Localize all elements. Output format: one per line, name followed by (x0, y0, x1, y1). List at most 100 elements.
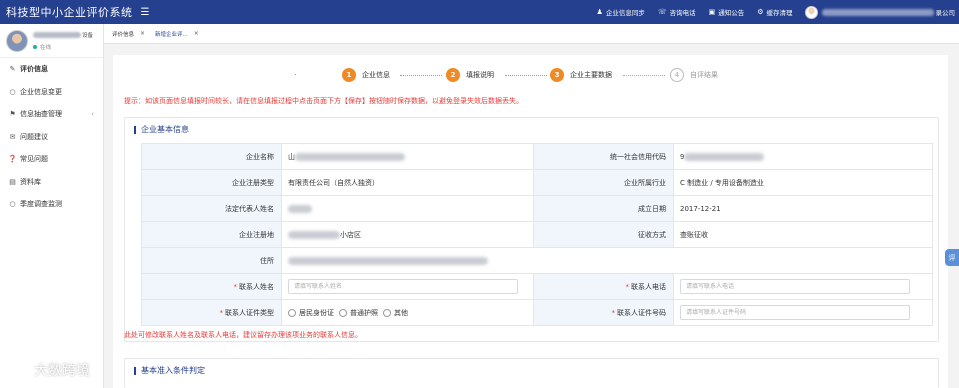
step-instructions[interactable]: 2 填报说明 (446, 67, 494, 83)
sidebar-item-label: 问题建议 (20, 132, 48, 141)
credit-code-label: 统一社会信用代码 (533, 143, 674, 170)
step-number: 2 (446, 68, 460, 82)
registration-type-label: 企业注册类型 (141, 169, 282, 196)
credit-code-value: 9 (673, 143, 933, 170)
watermark: 大数跨境 (8, 360, 90, 380)
address-value (281, 247, 933, 274)
sidebar-item-label: 常见问题 (20, 155, 48, 164)
sidebar-nav: ✎ 评价信息 ○ 企业信息变更 ⚑ 信息抽查管理 ‹ ✉ 问题建议 ❓ 常见问题… (0, 58, 103, 216)
top-username-suffix: 录公司 (935, 9, 956, 17)
radio-passport[interactable]: 普通护照 (339, 308, 378, 318)
user-name-blurred (33, 31, 81, 38)
step-number: 4 (670, 68, 684, 82)
sidebar-item-quarterly-survey[interactable]: ○ 季度调查监测 (0, 193, 103, 216)
sync-label: 企业信息同步 (605, 9, 645, 17)
hotline-button[interactable]: ☏ 咨询电话 (658, 7, 696, 17)
radio-other[interactable]: 其他 (383, 308, 408, 318)
tab-new-evaluation[interactable]: 新增企业评... × (150, 28, 204, 40)
tax-method-label: 征收方式 (533, 221, 674, 248)
chevron-left-icon: ‹ (91, 110, 94, 119)
id-type-label: * 联系人证件类型 (141, 299, 282, 326)
redacted-text (684, 152, 765, 161)
watermark-logo-icon (8, 363, 30, 377)
section-title: 企业基本信息 (134, 126, 189, 134)
user-icon: ♟ (596, 8, 603, 16)
company-name-label: 企业名称 (141, 143, 282, 170)
company-info-table: 企业名称 山 统一社会信用代码 9 企业注册类型 有限责任公司（自然人独资） 企… (141, 143, 933, 326)
comment-icon: ✉ (9, 132, 16, 141)
close-icon[interactable]: × (194, 30, 199, 37)
user-status: 在线 (33, 43, 93, 51)
floating-evaluate-button[interactable]: 评 (945, 249, 959, 266)
sidebar-item-library[interactable]: ▤ 资料库 (0, 171, 103, 194)
top-username-blurred[interactable] (821, 8, 934, 16)
sidebar-item-info-change[interactable]: ○ 企业信息变更 (0, 81, 103, 104)
sidebar-item-spot-check[interactable]: ⚑ 信息抽查管理 ‹ (0, 103, 103, 126)
step-label: 填报说明 (466, 71, 494, 79)
sidebar-item-label: 资料库 (20, 177, 41, 186)
hamburger-icon[interactable]: ☰ (141, 7, 150, 18)
id-number-input[interactable] (680, 305, 910, 320)
tab-label: 评价信息 (112, 31, 135, 38)
online-dot-icon (33, 44, 37, 49)
sidebar-item-faq[interactable]: ❓ 常见问题 (0, 148, 103, 171)
founded-date-value: 2017-12-21 (673, 195, 933, 222)
clear-cache-button[interactable]: ⚙ 缓存清理 (757, 7, 792, 17)
sidebar-item-label: 季度调查监测 (20, 200, 62, 209)
redacted-text (288, 230, 340, 239)
step-label: 企业主要数据 (570, 71, 612, 79)
registered-place-value: 小店区 (281, 221, 534, 248)
close-icon[interactable]: × (140, 30, 145, 37)
tax-method-value: 查账征收 (673, 221, 933, 248)
redacted-text (295, 152, 405, 161)
top-actions: ♟ 企业信息同步 ☏ 咨询电话 ▣ 通知公告 ⚙ 缓存清理 录公司 (584, 0, 959, 24)
eligibility-panel: 基本准入条件判定 (124, 358, 939, 388)
tag-icon: ⚑ (9, 110, 16, 119)
book-icon: ▤ (9, 177, 16, 186)
table-row: 企业注册类型 有限责任公司（自然人独资） 企业所属行业 C 制造业 / 专用设备… (141, 169, 933, 196)
user-status-label: 在线 (40, 44, 52, 51)
sidebar-item-label: 评价信息 (20, 65, 48, 74)
radio-icon[interactable] (339, 308, 347, 317)
avatar[interactable] (6, 29, 28, 52)
radio-icon[interactable] (383, 308, 391, 317)
contact-phone-label: * 联系人电话 (533, 273, 674, 300)
hotline-label: 咨询电话 (669, 9, 696, 17)
step-number: 3 (550, 68, 564, 82)
registered-place-label: 企业注册地 (141, 221, 282, 248)
tab-evaluation[interactable]: 评价信息 × (107, 28, 150, 40)
registration-type-value: 有限责任公司（自然人独资） (281, 169, 534, 196)
founded-date-label: 成立日期 (533, 195, 674, 222)
user-name-suffix: 设备 (82, 32, 94, 39)
clear-cache-label: 缓存清理 (766, 9, 793, 17)
radio-id-card[interactable]: 居民身份证 (288, 308, 334, 318)
progress-steps: 1 企业信息 2 填报说明 3 企业主要数据 4 自评结果 (113, 67, 948, 83)
company-basic-info-panel: 企业基本信息 企业名称 山 统一社会信用代码 9 企业注册类型 有限责任公司（自… (124, 117, 939, 342)
sidebar-item-feedback[interactable]: ✉ 问题建议 (0, 126, 103, 149)
sync-company-info-button[interactable]: ♟ 企业信息同步 (597, 7, 645, 17)
sidebar-item-label: 信息抽查管理 (20, 110, 62, 119)
step-number: 1 (342, 68, 356, 82)
contact-phone-input[interactable] (680, 279, 910, 294)
watermark-text: 大数跨境 (34, 363, 90, 379)
radio-icon[interactable] (288, 308, 296, 317)
address-label: 住所 (141, 247, 282, 274)
notice-icon: ▣ (708, 8, 716, 16)
step-company-info[interactable]: 1 企业信息 (342, 67, 390, 83)
table-row: *联系人姓名 *联系人电话 (141, 273, 933, 300)
contact-name-input[interactable] (288, 279, 518, 294)
step-self-eval-result[interactable]: 4 自评结果 (670, 67, 718, 83)
step-main-data[interactable]: 3 企业主要数据 (550, 67, 612, 83)
table-row: 法定代表人姓名 成立日期 2017-12-21 (141, 195, 933, 222)
phone-icon: ☏ (657, 8, 667, 16)
section-title: 基本准入条件判定 (134, 367, 205, 375)
industry-value: C 制造业 / 专用设备制造业 (673, 169, 933, 196)
redacted-text (288, 256, 488, 265)
top-avatar[interactable] (804, 5, 818, 19)
contact-name-label: * 联系人姓名 (141, 273, 282, 300)
step-connector (505, 75, 547, 76)
notice-button[interactable]: ▣ 通知公告 (709, 7, 745, 17)
company-name-value: 山 (281, 143, 534, 170)
app-title: 科技型中小企业评价系统 (6, 6, 133, 19)
sidebar-item-evaluation[interactable]: ✎ 评价信息 (0, 58, 103, 81)
